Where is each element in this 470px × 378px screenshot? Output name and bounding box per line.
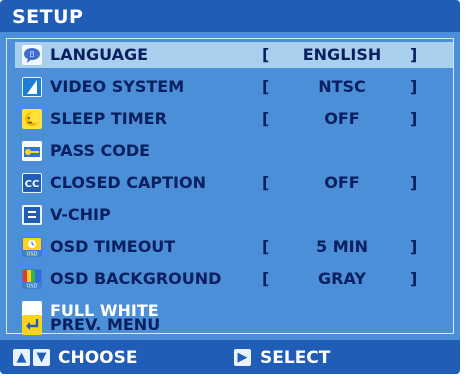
svg-text:CC: CC [25,179,40,190]
menu-item-label: SLEEP TIMER [50,109,167,128]
video-system-icon [22,77,42,97]
menu-item-pass-code[interactable]: PASS CODE [0,138,460,164]
pass-code-icon [22,141,42,161]
menu-item-label: PREV. MENU [50,315,161,334]
menu-item-language[interactable]: 日 LANGUAGE [ ENGLISH ] [0,42,460,68]
menu-title: SETUP [12,6,84,28]
setup-menu: SETUP 日 LANGUAGE [ ENGLISH ] VIDEO SYSTE… [0,0,460,374]
menu-footer: ▲ ▼ CHOOSE ▶ SELECT [0,340,460,374]
bracket-close: ] [410,77,418,96]
bracket-open: [ [262,237,270,256]
menu-item-label: OSD BACKGROUND [50,269,222,288]
menu-item-label: PASS CODE [50,141,151,160]
select-label: SELECT [260,348,331,368]
menu-item-prev-menu[interactable]: PREV. MENU [0,312,460,338]
menu-item-label: LANGUAGE [50,45,149,64]
bracket-close: ] [410,173,418,192]
bracket-open: [ [262,77,270,96]
menu-item-value: OFF [324,173,360,192]
v-chip-icon [22,205,42,225]
language-icon: 日 [22,45,42,65]
arrow-up-icon: ▲ [13,349,30,366]
sleep-timer-icon [22,109,42,129]
menu-item-label: CLOSED CAPTION [50,173,206,192]
menu-item-label: V-CHIP [50,205,111,224]
bracket-close: ] [410,109,418,128]
bracket-close: ] [410,269,418,288]
svg-text:OSD: OSD [27,284,38,290]
bracket-close: ] [410,237,418,256]
menu-item-label: VIDEO SYSTEM [50,77,185,96]
bracket-open: [ [262,269,270,288]
prev-menu-icon [22,315,42,335]
menu-item-label: OSD TIMEOUT [50,237,176,256]
menu-item-video-system[interactable]: VIDEO SYSTEM [ NTSC ] [0,74,460,100]
choose-label: CHOOSE [58,348,138,368]
menu-item-value: ENGLISH [302,45,382,64]
menu-item-osd-background[interactable]: OSD OSD BACKGROUND [ GRAY ] [0,266,460,292]
svg-text:日: 日 [29,52,35,59]
osd-timeout-icon: OSD [22,237,42,257]
bracket-open: [ [262,45,270,64]
bracket-open: [ [262,173,270,192]
menu-header: SETUP [0,0,460,32]
menu-item-value: OFF [324,109,360,128]
osd-background-icon: OSD [22,269,42,289]
bracket-close: ] [410,45,418,64]
bracket-open: [ [262,109,270,128]
menu-item-value: GRAY [318,269,366,288]
arrow-right-icon: ▶ [234,349,251,366]
menu-item-osd-timeout[interactable]: OSD OSD TIMEOUT [ 5 MIN ] [0,234,460,260]
menu-item-value: NTSC [318,77,366,96]
menu-item-closed-caption[interactable]: CC CLOSED CAPTION [ OFF ] [0,170,460,196]
menu-item-value: 5 MIN [316,237,368,256]
svg-text:OSD: OSD [27,252,38,258]
arrow-down-icon: ▼ [33,349,50,366]
menu-item-sleep-timer[interactable]: SLEEP TIMER [ OFF ] [0,106,460,132]
menu-item-v-chip[interactable]: V-CHIP [0,202,460,228]
closed-caption-icon: CC [22,173,42,193]
